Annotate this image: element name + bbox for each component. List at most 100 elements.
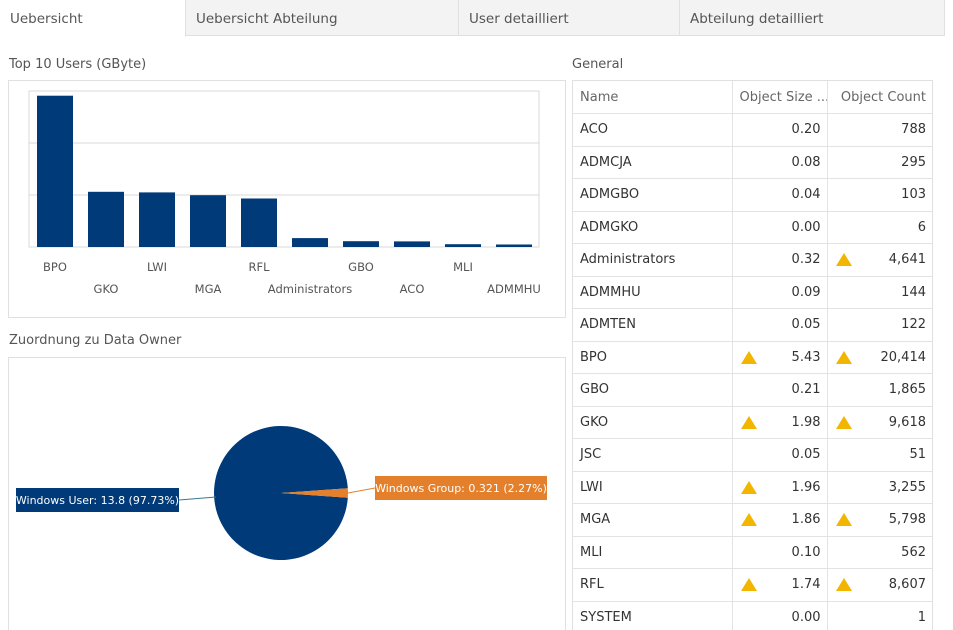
object-count-value: 1,865 [888, 382, 926, 398]
cell-object-count: 103 [826, 178, 932, 212]
object-size-value: 0.00 [791, 219, 821, 235]
cell-name: ADMMHU [573, 276, 732, 309]
cell-object-count: 788 [826, 113, 932, 147]
column-header-object-count[interactable]: Object Count [826, 81, 932, 114]
table-row[interactable]: JSC 0.05 51 [573, 438, 932, 472]
table-row[interactable]: SYSTEM 0.00 1 [573, 601, 932, 630]
warning-icon [835, 513, 852, 526]
cell-object-size: 0.00 [731, 211, 827, 244]
bar-administrators[interactable] [292, 238, 328, 247]
bar-lwi[interactable] [139, 192, 175, 247]
cell-name: JSC [573, 438, 732, 472]
object-count-value: 144 [901, 284, 926, 300]
general-title: General [572, 57, 624, 72]
warning-icon [835, 578, 852, 591]
column-header-name[interactable]: Name [573, 81, 732, 114]
x-tick-label: ADMMHU [487, 282, 541, 296]
tab-uebersicht[interactable]: Uebersicht [0, 0, 186, 37]
cell-name: GBO [573, 373, 732, 407]
cell-name: MLI [573, 536, 732, 569]
cell-name: ADMTEN [573, 308, 732, 342]
table-row[interactable]: BPO 5.43 20,414 [573, 341, 932, 374]
general-grid[interactable]: Name Object Size ... Object Count ACO 0.2… [572, 80, 933, 630]
cell-name: MGA [573, 503, 732, 537]
table-row[interactable]: ADMTEN 0.05 122 [573, 308, 932, 342]
bar-mga[interactable] [190, 195, 226, 247]
data-owner-title: Zuordnung zu Data Owner [9, 333, 182, 348]
object-size-value: 0.20 [791, 122, 821, 138]
cell-name: ADMCJA [573, 146, 732, 179]
object-size-value: 0.10 [791, 544, 821, 560]
object-count-value: 295 [901, 154, 926, 170]
object-size-value: 1.98 [791, 414, 821, 430]
object-count-value: 1 [917, 609, 926, 625]
tab-user-detailliert[interactable]: User detailliert [459, 0, 680, 36]
cell-name: BPO [573, 341, 732, 374]
cell-object-count: 3,255 [826, 471, 932, 504]
cell-name: GKO [573, 406, 732, 439]
table-row[interactable]: ADMCJA 0.08 295 [573, 146, 932, 179]
cell-object-size: 0.05 [731, 308, 827, 342]
cell-object-count: 562 [826, 536, 932, 569]
x-tick-label: BPO [43, 260, 67, 274]
object-count-value: 20,414 [880, 349, 927, 365]
object-count-value: 9,618 [888, 414, 926, 430]
cell-object-count: 1,865 [826, 373, 932, 407]
table-row[interactable]: ACO 0.20 788 [573, 113, 932, 147]
object-size-value: 1.86 [791, 512, 821, 528]
table-row[interactable]: RFL 1.74 8,607 [573, 568, 932, 602]
grid-header-row: Name Object Size ... Object Count [573, 81, 932, 114]
bar-mli[interactable] [445, 244, 481, 247]
cell-name: LWI [573, 471, 732, 504]
table-row[interactable]: GKO 1.98 9,618 [573, 406, 932, 439]
object-count-value: 4,641 [888, 252, 926, 268]
warning-icon [835, 415, 852, 429]
cell-object-size: 0.09 [731, 276, 827, 309]
label-windows-group: Windows Group: 0.321 (2.27%) [375, 476, 547, 500]
top-users-title: Top 10 Users (GByte) [9, 57, 147, 72]
table-row[interactable]: ADMGBO 0.04 103 [573, 178, 932, 212]
cell-object-count: 5,798 [826, 503, 932, 537]
x-tick-label: MGA [195, 282, 222, 296]
cell-name: ACO [573, 113, 732, 147]
object-size-value: 0.05 [791, 447, 821, 463]
cell-name: ADMGBO [573, 178, 732, 212]
x-tick-label: ACO [400, 282, 425, 296]
cell-object-size: 0.20 [731, 113, 827, 147]
cell-object-count: 51 [826, 438, 932, 472]
cell-object-count: 295 [826, 146, 932, 179]
object-size-value: 0.04 [791, 187, 821, 203]
pie-label-text: Windows Group: 0.321 (2.27%) [375, 482, 547, 495]
object-size-value: 0.09 [791, 284, 821, 300]
bar-gbo[interactable] [343, 241, 379, 247]
cell-object-size: 0.32 [731, 243, 827, 277]
table-row[interactable]: ADMGKO 0.00 6 [573, 211, 932, 244]
bar-rfl[interactable] [241, 198, 277, 248]
tab-abteilung-detailliert[interactable]: Abteilung detailliert [680, 0, 945, 36]
object-count-value: 103 [901, 187, 926, 203]
table-row[interactable]: MLI 0.10 562 [573, 536, 932, 569]
warning-icon [835, 350, 852, 364]
object-count-value: 562 [901, 544, 926, 560]
object-size-value: 0.21 [791, 382, 821, 398]
bar-gko[interactable] [88, 191, 124, 247]
warning-icon [740, 350, 757, 364]
bar-aco[interactable] [394, 241, 430, 247]
cell-name: SYSTEM [573, 601, 732, 630]
cell-object-count: 20,414 [826, 341, 932, 374]
cell-object-size: 0.08 [731, 146, 827, 179]
bar-admmhu[interactable] [496, 244, 532, 248]
cell-object-size: 0.04 [731, 178, 827, 212]
data-owner-chart: Windows User: 13.8 (97.73%) Windows Group… [8, 357, 566, 630]
object-count-value: 122 [901, 317, 926, 333]
table-row[interactable]: MGA 1.86 5,798 [573, 503, 932, 537]
object-size-value: 0.08 [791, 154, 821, 170]
bar-bpo[interactable] [37, 95, 73, 247]
table-row[interactable]: LWI 1.96 3,255 [573, 471, 932, 504]
column-header-object-size[interactable]: Object Size ... [731, 81, 827, 114]
table-row[interactable]: ADMMHU 0.09 144 [573, 276, 932, 309]
table-row[interactable]: GBO 0.21 1,865 [573, 373, 932, 407]
tab-uebersicht-abteilung[interactable]: Uebersicht Abteilung [186, 0, 459, 36]
table-row[interactable]: Administrators 0.32 4,641 [573, 243, 932, 277]
bar-chart-svg: BPO GKO LWI MGA RFL Administrators GBO ACO MLI AD… [28, 90, 541, 296]
